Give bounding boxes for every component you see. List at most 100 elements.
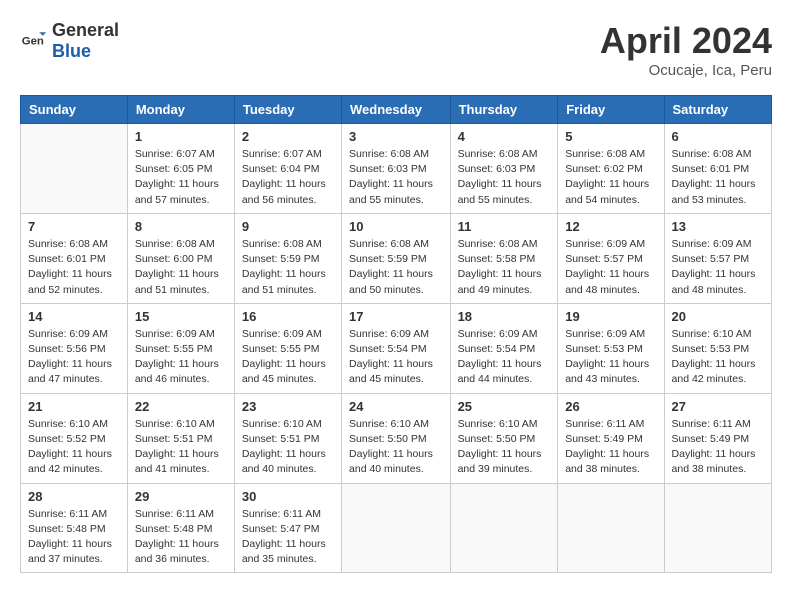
calendar-cell: 14 Sunrise: 6:09 AMSunset: 5:56 PMDaylig… xyxy=(21,303,128,393)
calendar-week-5: 28 Sunrise: 6:11 AMSunset: 5:48 PMDaylig… xyxy=(21,483,772,573)
day-info: Sunrise: 6:08 AMSunset: 6:01 PMDaylight:… xyxy=(28,237,120,298)
day-info: Sunrise: 6:07 AMSunset: 6:05 PMDaylight:… xyxy=(135,147,227,208)
day-number: 28 xyxy=(28,489,120,504)
calendar-cell: 23 Sunrise: 6:10 AMSunset: 5:51 PMDaylig… xyxy=(234,393,341,483)
calendar-cell: 9 Sunrise: 6:08 AMSunset: 5:59 PMDayligh… xyxy=(234,213,341,303)
calendar-header-friday: Friday xyxy=(558,96,664,124)
calendar-cell: 24 Sunrise: 6:10 AMSunset: 5:50 PMDaylig… xyxy=(342,393,451,483)
calendar-cell: 20 Sunrise: 6:10 AMSunset: 5:53 PMDaylig… xyxy=(664,303,771,393)
day-number: 1 xyxy=(135,129,227,144)
day-number: 13 xyxy=(672,219,764,234)
day-number: 24 xyxy=(349,399,443,414)
day-number: 18 xyxy=(458,309,551,324)
day-info: Sunrise: 6:07 AMSunset: 6:04 PMDaylight:… xyxy=(242,147,334,208)
day-info: Sunrise: 6:11 AMSunset: 5:48 PMDaylight:… xyxy=(28,507,120,568)
day-number: 21 xyxy=(28,399,120,414)
day-info: Sunrise: 6:10 AMSunset: 5:53 PMDaylight:… xyxy=(672,327,764,388)
day-number: 20 xyxy=(672,309,764,324)
calendar-header-sunday: Sunday xyxy=(21,96,128,124)
day-number: 27 xyxy=(672,399,764,414)
calendar-cell xyxy=(342,483,451,573)
day-info: Sunrise: 6:10 AMSunset: 5:52 PMDaylight:… xyxy=(28,417,120,478)
title-area: April 2024 Ocucaje, Ica, Peru xyxy=(600,20,772,79)
day-info: Sunrise: 6:08 AMSunset: 5:58 PMDaylight:… xyxy=(458,237,551,298)
calendar-cell: 30 Sunrise: 6:11 AMSunset: 5:47 PMDaylig… xyxy=(234,483,341,573)
day-info: Sunrise: 6:11 AMSunset: 5:49 PMDaylight:… xyxy=(672,417,764,478)
day-number: 3 xyxy=(349,129,443,144)
calendar-cell: 27 Sunrise: 6:11 AMSunset: 5:49 PMDaylig… xyxy=(664,393,771,483)
day-number: 2 xyxy=(242,129,334,144)
day-number: 25 xyxy=(458,399,551,414)
day-number: 30 xyxy=(242,489,334,504)
day-number: 26 xyxy=(565,399,656,414)
calendar-cell: 2 Sunrise: 6:07 AMSunset: 6:04 PMDayligh… xyxy=(234,124,341,214)
calendar-body: 1 Sunrise: 6:07 AMSunset: 6:05 PMDayligh… xyxy=(21,124,772,573)
calendar-cell: 7 Sunrise: 6:08 AMSunset: 6:01 PMDayligh… xyxy=(21,213,128,303)
calendar-header-wednesday: Wednesday xyxy=(342,96,451,124)
day-number: 7 xyxy=(28,219,120,234)
calendar-cell: 26 Sunrise: 6:11 AMSunset: 5:49 PMDaylig… xyxy=(558,393,664,483)
day-info: Sunrise: 6:09 AMSunset: 5:56 PMDaylight:… xyxy=(28,327,120,388)
logo-general: General xyxy=(52,20,119,40)
calendar-cell: 19 Sunrise: 6:09 AMSunset: 5:53 PMDaylig… xyxy=(558,303,664,393)
day-number: 5 xyxy=(565,129,656,144)
calendar-week-4: 21 Sunrise: 6:10 AMSunset: 5:52 PMDaylig… xyxy=(21,393,772,483)
location: Ocucaje, Ica, Peru xyxy=(600,62,772,79)
calendar-cell: 18 Sunrise: 6:09 AMSunset: 5:54 PMDaylig… xyxy=(450,303,558,393)
calendar-table: SundayMondayTuesdayWednesdayThursdayFrid… xyxy=(20,95,772,573)
day-info: Sunrise: 6:11 AMSunset: 5:47 PMDaylight:… xyxy=(242,507,334,568)
calendar-cell: 15 Sunrise: 6:09 AMSunset: 5:55 PMDaylig… xyxy=(127,303,234,393)
day-number: 23 xyxy=(242,399,334,414)
day-number: 22 xyxy=(135,399,227,414)
day-info: Sunrise: 6:08 AMSunset: 6:02 PMDaylight:… xyxy=(565,147,656,208)
month-title: April 2024 xyxy=(600,20,772,62)
day-info: Sunrise: 6:08 AMSunset: 6:01 PMDaylight:… xyxy=(672,147,764,208)
calendar-header-tuesday: Tuesday xyxy=(234,96,341,124)
day-info: Sunrise: 6:11 AMSunset: 5:48 PMDaylight:… xyxy=(135,507,227,568)
day-number: 8 xyxy=(135,219,227,234)
day-info: Sunrise: 6:08 AMSunset: 6:00 PMDaylight:… xyxy=(135,237,227,298)
day-info: Sunrise: 6:09 AMSunset: 5:54 PMDaylight:… xyxy=(349,327,443,388)
calendar-cell: 1 Sunrise: 6:07 AMSunset: 6:05 PMDayligh… xyxy=(127,124,234,214)
calendar-cell xyxy=(450,483,558,573)
day-info: Sunrise: 6:09 AMSunset: 5:57 PMDaylight:… xyxy=(565,237,656,298)
calendar-cell: 10 Sunrise: 6:08 AMSunset: 5:59 PMDaylig… xyxy=(342,213,451,303)
calendar-cell: 29 Sunrise: 6:11 AMSunset: 5:48 PMDaylig… xyxy=(127,483,234,573)
calendar-header-saturday: Saturday xyxy=(664,96,771,124)
calendar-header-monday: Monday xyxy=(127,96,234,124)
day-number: 6 xyxy=(672,129,764,144)
page-header: Gen General Blue April 2024 Ocucaje, Ica… xyxy=(20,20,772,79)
day-info: Sunrise: 6:11 AMSunset: 5:49 PMDaylight:… xyxy=(565,417,656,478)
calendar-cell xyxy=(21,124,128,214)
logo: Gen General Blue xyxy=(20,20,119,62)
calendar-cell: 8 Sunrise: 6:08 AMSunset: 6:00 PMDayligh… xyxy=(127,213,234,303)
calendar-week-3: 14 Sunrise: 6:09 AMSunset: 5:56 PMDaylig… xyxy=(21,303,772,393)
calendar-cell xyxy=(558,483,664,573)
calendar-cell: 13 Sunrise: 6:09 AMSunset: 5:57 PMDaylig… xyxy=(664,213,771,303)
calendar-cell: 22 Sunrise: 6:10 AMSunset: 5:51 PMDaylig… xyxy=(127,393,234,483)
day-number: 10 xyxy=(349,219,443,234)
day-number: 14 xyxy=(28,309,120,324)
day-info: Sunrise: 6:08 AMSunset: 6:03 PMDaylight:… xyxy=(458,147,551,208)
day-info: Sunrise: 6:09 AMSunset: 5:55 PMDaylight:… xyxy=(135,327,227,388)
day-info: Sunrise: 6:10 AMSunset: 5:50 PMDaylight:… xyxy=(349,417,443,478)
calendar-week-1: 1 Sunrise: 6:07 AMSunset: 6:05 PMDayligh… xyxy=(21,124,772,214)
calendar-header-row: SundayMondayTuesdayWednesdayThursdayFrid… xyxy=(21,96,772,124)
day-info: Sunrise: 6:09 AMSunset: 5:55 PMDaylight:… xyxy=(242,327,334,388)
calendar-cell: 25 Sunrise: 6:10 AMSunset: 5:50 PMDaylig… xyxy=(450,393,558,483)
calendar-cell: 17 Sunrise: 6:09 AMSunset: 5:54 PMDaylig… xyxy=(342,303,451,393)
day-info: Sunrise: 6:09 AMSunset: 5:53 PMDaylight:… xyxy=(565,327,656,388)
day-info: Sunrise: 6:10 AMSunset: 5:51 PMDaylight:… xyxy=(242,417,334,478)
day-info: Sunrise: 6:10 AMSunset: 5:50 PMDaylight:… xyxy=(458,417,551,478)
svg-text:Gen: Gen xyxy=(22,36,44,48)
day-number: 11 xyxy=(458,219,551,234)
day-number: 9 xyxy=(242,219,334,234)
day-info: Sunrise: 6:08 AMSunset: 5:59 PMDaylight:… xyxy=(242,237,334,298)
logo-blue: Blue xyxy=(52,41,91,61)
day-number: 15 xyxy=(135,309,227,324)
calendar-cell: 6 Sunrise: 6:08 AMSunset: 6:01 PMDayligh… xyxy=(664,124,771,214)
day-info: Sunrise: 6:10 AMSunset: 5:51 PMDaylight:… xyxy=(135,417,227,478)
day-number: 17 xyxy=(349,309,443,324)
calendar-cell: 21 Sunrise: 6:10 AMSunset: 5:52 PMDaylig… xyxy=(21,393,128,483)
calendar-cell: 12 Sunrise: 6:09 AMSunset: 5:57 PMDaylig… xyxy=(558,213,664,303)
